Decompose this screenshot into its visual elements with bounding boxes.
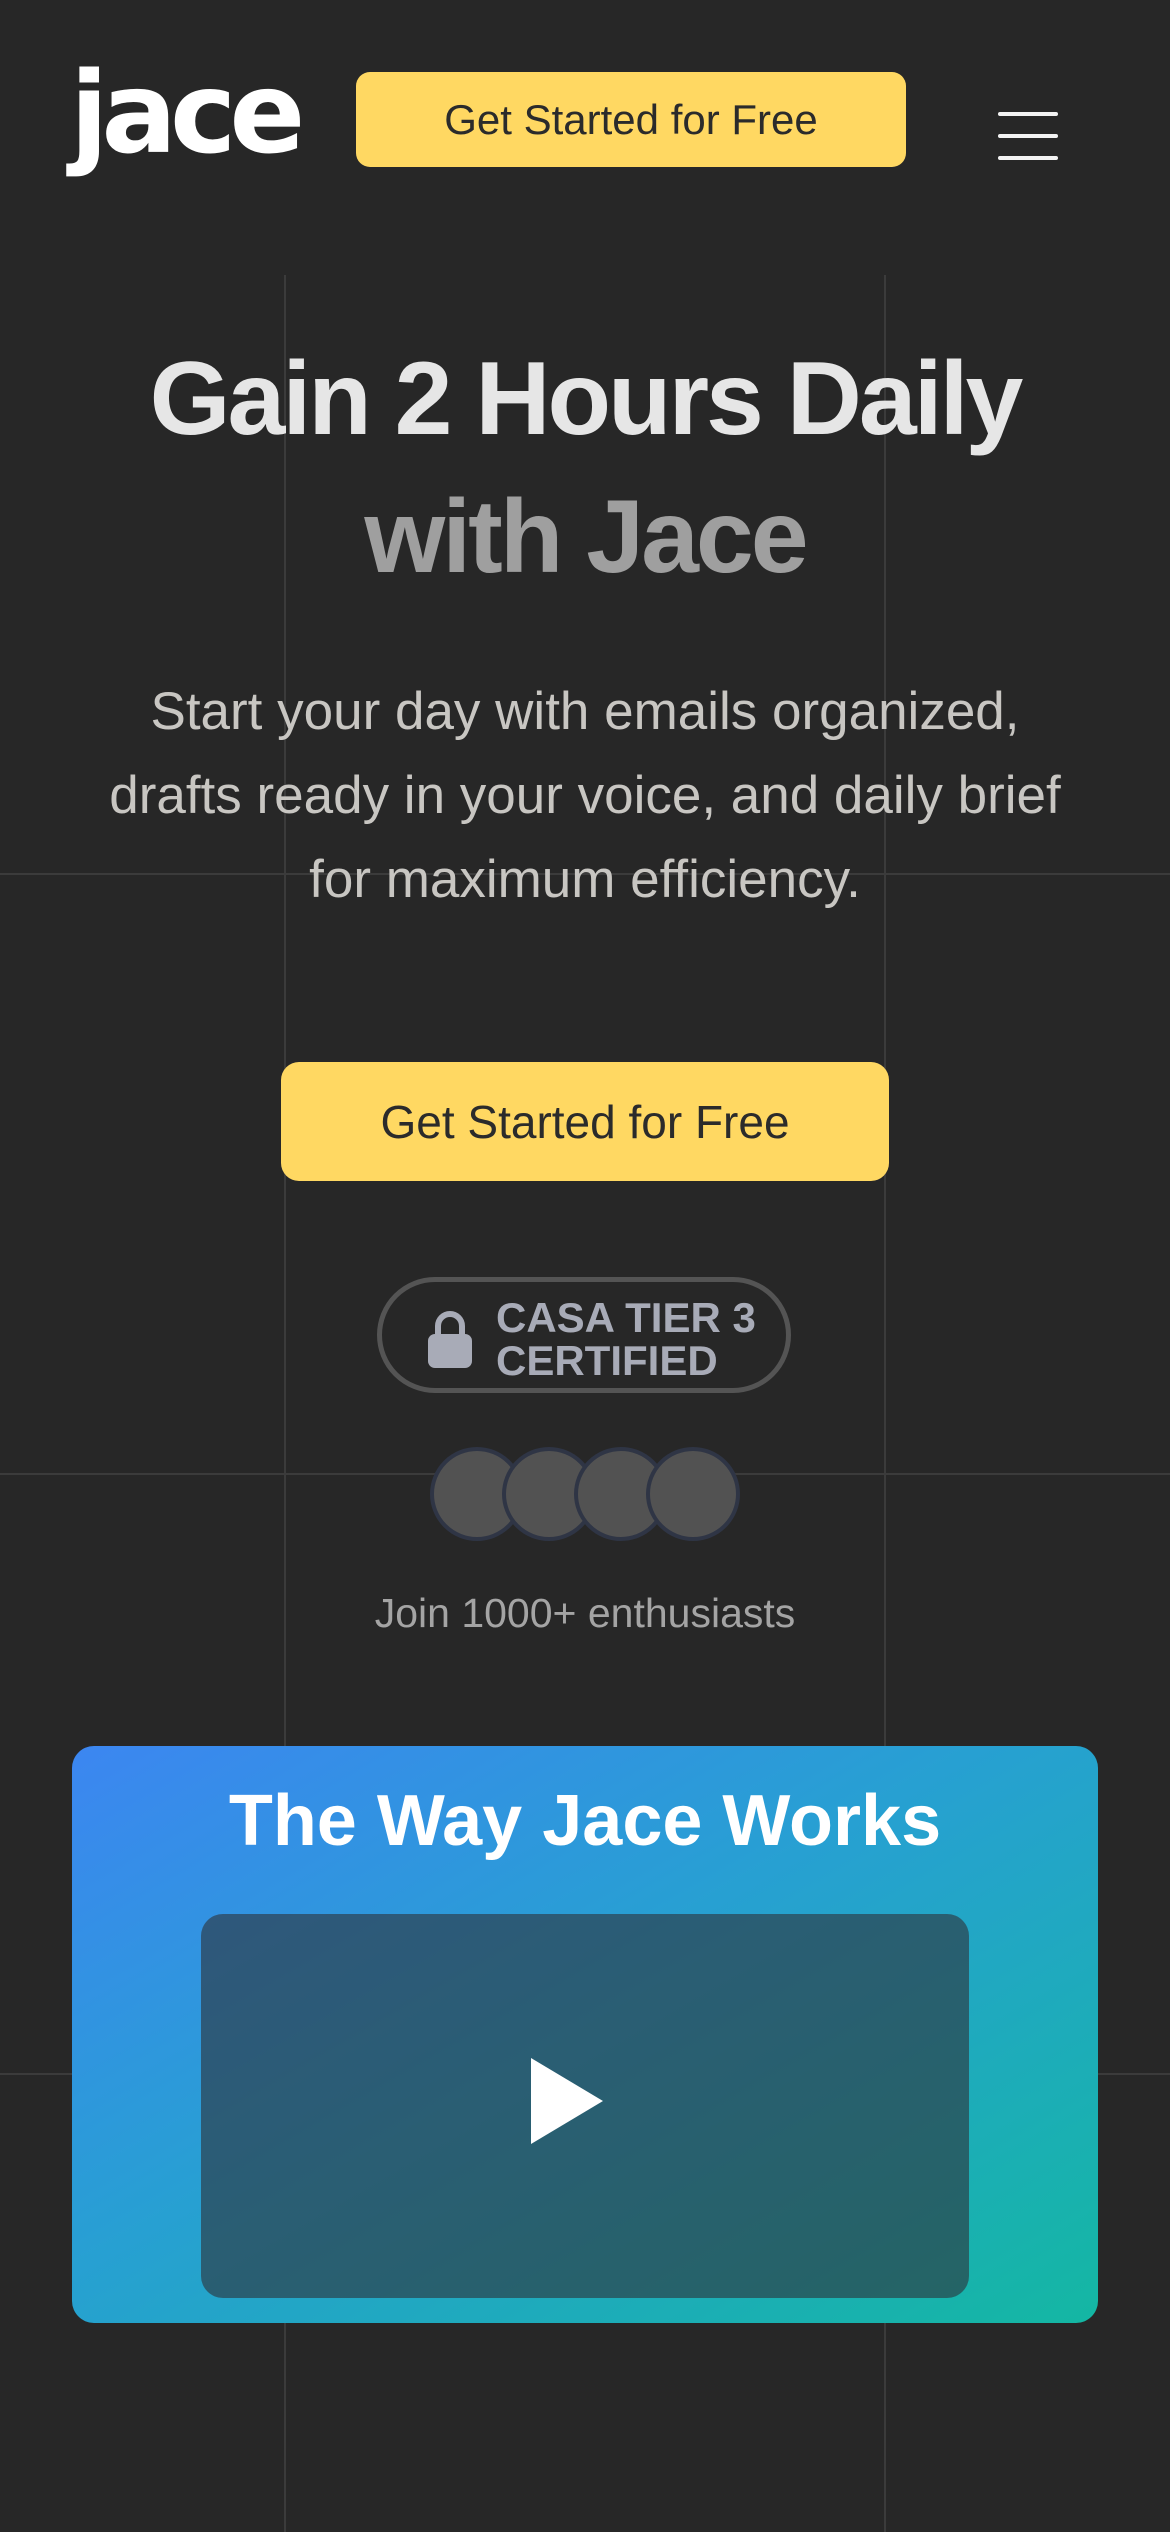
- hero-title-line1: Gain 2 Hours Daily: [149, 341, 1024, 457]
- lock-icon: [428, 1311, 472, 1368]
- badge-label: CASA TIER 3 CERTIFIED: [496, 1296, 756, 1382]
- casa-certified-badge: CASA TIER 3 CERTIFIED: [377, 1277, 791, 1393]
- avatar-group: [430, 1447, 750, 1542]
- video-section: The Way Jace Works: [72, 1746, 1098, 2323]
- video-title: The Way Jace Works: [228, 1781, 942, 1861]
- hero-title: Gain 2 Hours Daily with Jace: [0, 330, 1170, 606]
- badge-line1: CASA TIER 3: [496, 1294, 756, 1341]
- badge-line2: CERTIFIED: [496, 1337, 718, 1384]
- hero-subtitle: Start your day with emails organized, dr…: [109, 682, 1061, 909]
- get-started-button[interactable]: Get Started for Free: [281, 1062, 889, 1181]
- site-header: jace Get Started for Free: [0, 0, 1170, 230]
- hero-title-line2: with Jace: [364, 479, 808, 595]
- join-enthusiasts-text: Join 1000+ enthusiasts: [374, 1590, 796, 1636]
- hamburger-menu-icon[interactable]: [998, 112, 1058, 160]
- logo[interactable]: jace: [70, 58, 305, 170]
- header-get-started-button[interactable]: Get Started for Free: [356, 72, 906, 167]
- play-icon[interactable]: [531, 2058, 603, 2144]
- video-player[interactable]: [201, 1914, 969, 2298]
- avatar: [646, 1447, 740, 1541]
